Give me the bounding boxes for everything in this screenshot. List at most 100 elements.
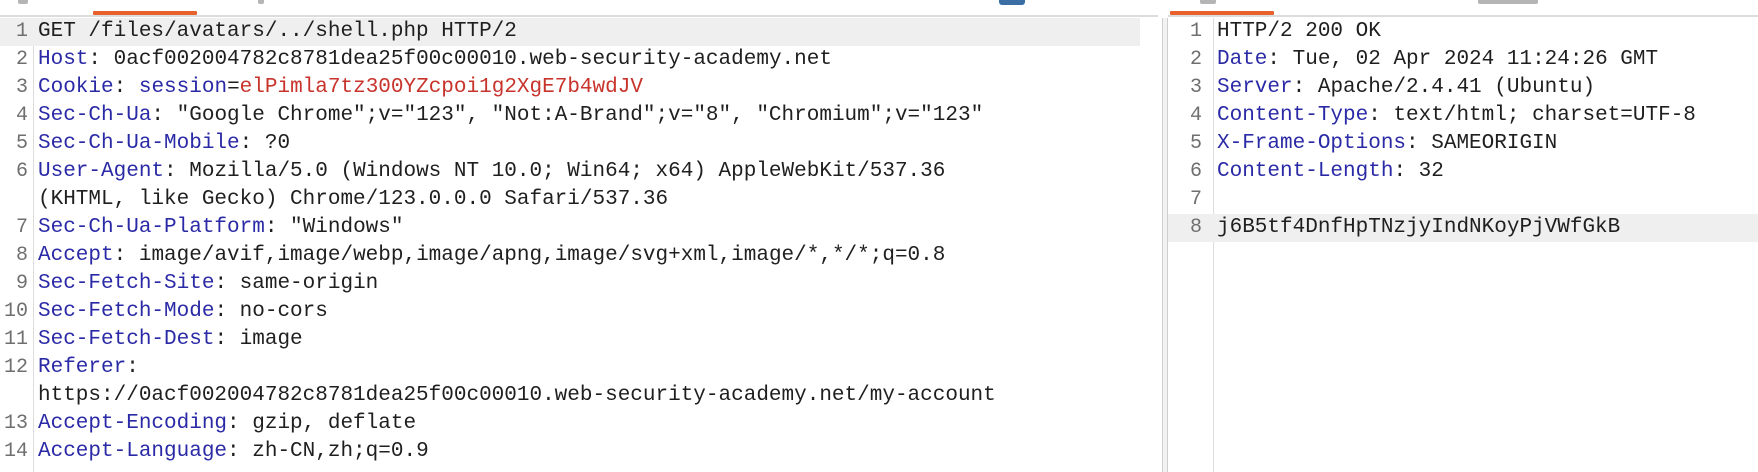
- header-name: Date: [1217, 48, 1268, 71]
- response-line[interactable]: 1 HTTP/2 200 OK: [1168, 18, 1758, 46]
- response-line[interactable]: 5 X-Frame-Options: SAMEORIGIN: [1168, 130, 1758, 158]
- header-value: no-cors: [227, 300, 328, 323]
- header-name: Host: [38, 48, 89, 71]
- header-value: "Windows": [277, 216, 404, 239]
- header-value: gzip, deflate: [239, 412, 417, 435]
- line-number: 3: [1189, 76, 1202, 99]
- header-name: Content-Length: [1217, 160, 1394, 183]
- tab-fragment[interactable]: [1478, 0, 1538, 4]
- line-number: 3: [15, 76, 28, 99]
- request-line[interactable]: 2 Host: 0acf002004782c8781dea25f00c00010…: [0, 46, 1162, 74]
- line-number: 7: [15, 216, 28, 239]
- request-line-wrapped[interactable]: https://0acf002004782c8781dea25f00c00010…: [0, 382, 1162, 410]
- request-line[interactable]: 7 Sec-Ch-Ua-Platform: "Windows": [0, 214, 1162, 242]
- header-name: User-Agent: [38, 160, 165, 183]
- header-separator: :: [113, 244, 127, 267]
- header-name: Referer: [38, 356, 127, 379]
- response-line[interactable]: 6 Content-Length: 32: [1168, 158, 1758, 186]
- request-line[interactable]: 10 Sec-Fetch-Mode: no-cors: [0, 298, 1162, 326]
- header-name: Accept: [38, 244, 114, 267]
- header-name: Accept-Encoding: [38, 412, 228, 435]
- header-value-continuation: (KHTML, like Gecko) Chrome/123.0.0.0 Saf…: [38, 188, 669, 211]
- header-separator: :: [239, 132, 253, 155]
- request-line[interactable]: 14 Accept-Language: zh-CN,zh;q=0.9: [0, 438, 1162, 466]
- header-separator: :: [264, 216, 278, 239]
- header-separator: :: [1368, 104, 1381, 127]
- line-number: 14: [3, 440, 28, 463]
- header-value: zh-CN,zh;q=0.9: [239, 440, 429, 463]
- request-line[interactable]: 5 Sec-Ch-Ua-Mobile: ?0: [0, 130, 1162, 158]
- request-pane-top-border: [0, 15, 1158, 17]
- request-line[interactable]: 13 Accept-Encoding: gzip, deflate: [0, 410, 1162, 438]
- header-separator: :: [88, 48, 102, 71]
- line-number: 7: [1189, 188, 1202, 211]
- header-separator: :: [227, 440, 240, 463]
- header-separator: :: [214, 328, 228, 351]
- header-separator: :: [1267, 48, 1281, 71]
- line-number: 5: [1189, 132, 1202, 155]
- response-line[interactable]: 2 Date: Tue, 02 Apr 2024 11:24:26 GMT: [1168, 46, 1758, 74]
- repeater-window: 1 GET /files/avatars/../shell.php HTTP/2…: [0, 0, 1758, 472]
- request-line[interactable]: 3 Cookie: session=elPimla7tz300YZcpoi1g2…: [0, 74, 1162, 102]
- line-number: 1: [1189, 20, 1202, 43]
- header-name: Sec-Fetch-Site: [38, 272, 215, 295]
- request-editor[interactable]: 1 GET /files/avatars/../shell.php HTTP/2…: [0, 18, 1162, 472]
- header-value: same-origin: [227, 272, 379, 295]
- request-line[interactable]: 1 GET /files/avatars/../shell.php HTTP/2: [0, 18, 1140, 46]
- header-value: text/html; charset=UTF-8: [1380, 104, 1696, 127]
- cookie-equals: =: [227, 76, 240, 99]
- header-name: Sec-Ch-Ua-Mobile: [38, 132, 240, 155]
- header-value: SAMEORIGIN: [1418, 132, 1558, 155]
- request-start-line: GET /files/avatars/../shell.php HTTP/2: [38, 20, 517, 43]
- header-separator: :: [151, 104, 165, 127]
- response-line[interactable]: 3 Server: Apache/2.4.41 (Ubuntu): [1168, 74, 1758, 102]
- header-separator: :: [1292, 76, 1306, 99]
- line-number: 6: [15, 160, 28, 183]
- line-number: 13: [3, 412, 28, 435]
- status-line: HTTP/2 200 OK: [1217, 20, 1381, 43]
- response-pane-top-border: [1168, 15, 1758, 17]
- request-line[interactable]: 11 Sec-Fetch-Dest: image: [0, 326, 1162, 354]
- header-separator: :: [214, 300, 228, 323]
- header-name: X-Frame-Options: [1217, 132, 1407, 155]
- header-value: Apache/2.4.41 (Ubuntu): [1305, 76, 1596, 99]
- response-viewer[interactable]: 1 HTTP/2 200 OK 2 Date: Tue, 02 Apr 2024…: [1168, 18, 1758, 472]
- response-body: j6B5tf4DnfHpTNzjyIndNKoyPjVWfGkB: [1217, 216, 1621, 239]
- header-value: ?0: [252, 132, 291, 155]
- header-name: Content-Type: [1217, 104, 1369, 127]
- inspector-badge-icon[interactable]: [999, 0, 1025, 5]
- request-line[interactable]: 8 Accept: image/avif,image/webp,image/ap…: [0, 242, 1162, 270]
- header-separator: :: [1393, 160, 1407, 183]
- tab-strip: [0, 0, 1758, 17]
- line-number: 1: [15, 20, 28, 43]
- response-line[interactable]: 4 Content-Type: text/html; charset=UTF-8: [1168, 102, 1758, 130]
- header-name: Accept-Language: [38, 440, 228, 463]
- line-number: 2: [15, 48, 28, 71]
- line-number: 12: [3, 356, 28, 379]
- line-number: 9: [15, 272, 28, 295]
- header-name: Sec-Ch-Ua: [38, 104, 152, 127]
- line-number: 4: [1189, 104, 1202, 127]
- tab-fragment[interactable]: [258, 0, 264, 4]
- header-name: Sec-Fetch-Dest: [38, 328, 215, 351]
- header-name: Sec-Ch-Ua-Platform: [38, 216, 265, 239]
- header-value: Tue, 02 Apr 2024 11:24:26 GMT: [1280, 48, 1659, 71]
- line-number: 8: [15, 244, 28, 267]
- request-line[interactable]: 12 Referer:: [0, 354, 1162, 382]
- header-value: image: [227, 328, 303, 351]
- line-number: 8: [1189, 216, 1202, 239]
- request-line[interactable]: 6 User-Agent: Mozilla/5.0 (Windows NT 10…: [0, 158, 1162, 186]
- header-separator: :: [1406, 132, 1419, 155]
- header-name: Sec-Fetch-Mode: [38, 300, 215, 323]
- tab-fragment[interactable]: [1200, 0, 1216, 4]
- request-line-wrapped[interactable]: (KHTML, like Gecko) Chrome/123.0.0.0 Saf…: [0, 186, 1162, 214]
- line-number: 10: [3, 300, 28, 323]
- line-number: 6: [1189, 160, 1202, 183]
- header-value: 32: [1406, 160, 1444, 183]
- response-line[interactable]: 8 j6B5tf4DnfHpTNzjyIndNKoyPjVWfGkB: [1168, 214, 1758, 242]
- header-name: Cookie: [38, 76, 114, 99]
- response-line[interactable]: 7: [1168, 186, 1758, 214]
- request-line[interactable]: 4 Sec-Ch-Ua: "Google Chrome";v="123", "N…: [0, 102, 1162, 130]
- request-line[interactable]: 9 Sec-Fetch-Site: same-origin: [0, 270, 1162, 298]
- tab-fragment[interactable]: [18, 0, 28, 4]
